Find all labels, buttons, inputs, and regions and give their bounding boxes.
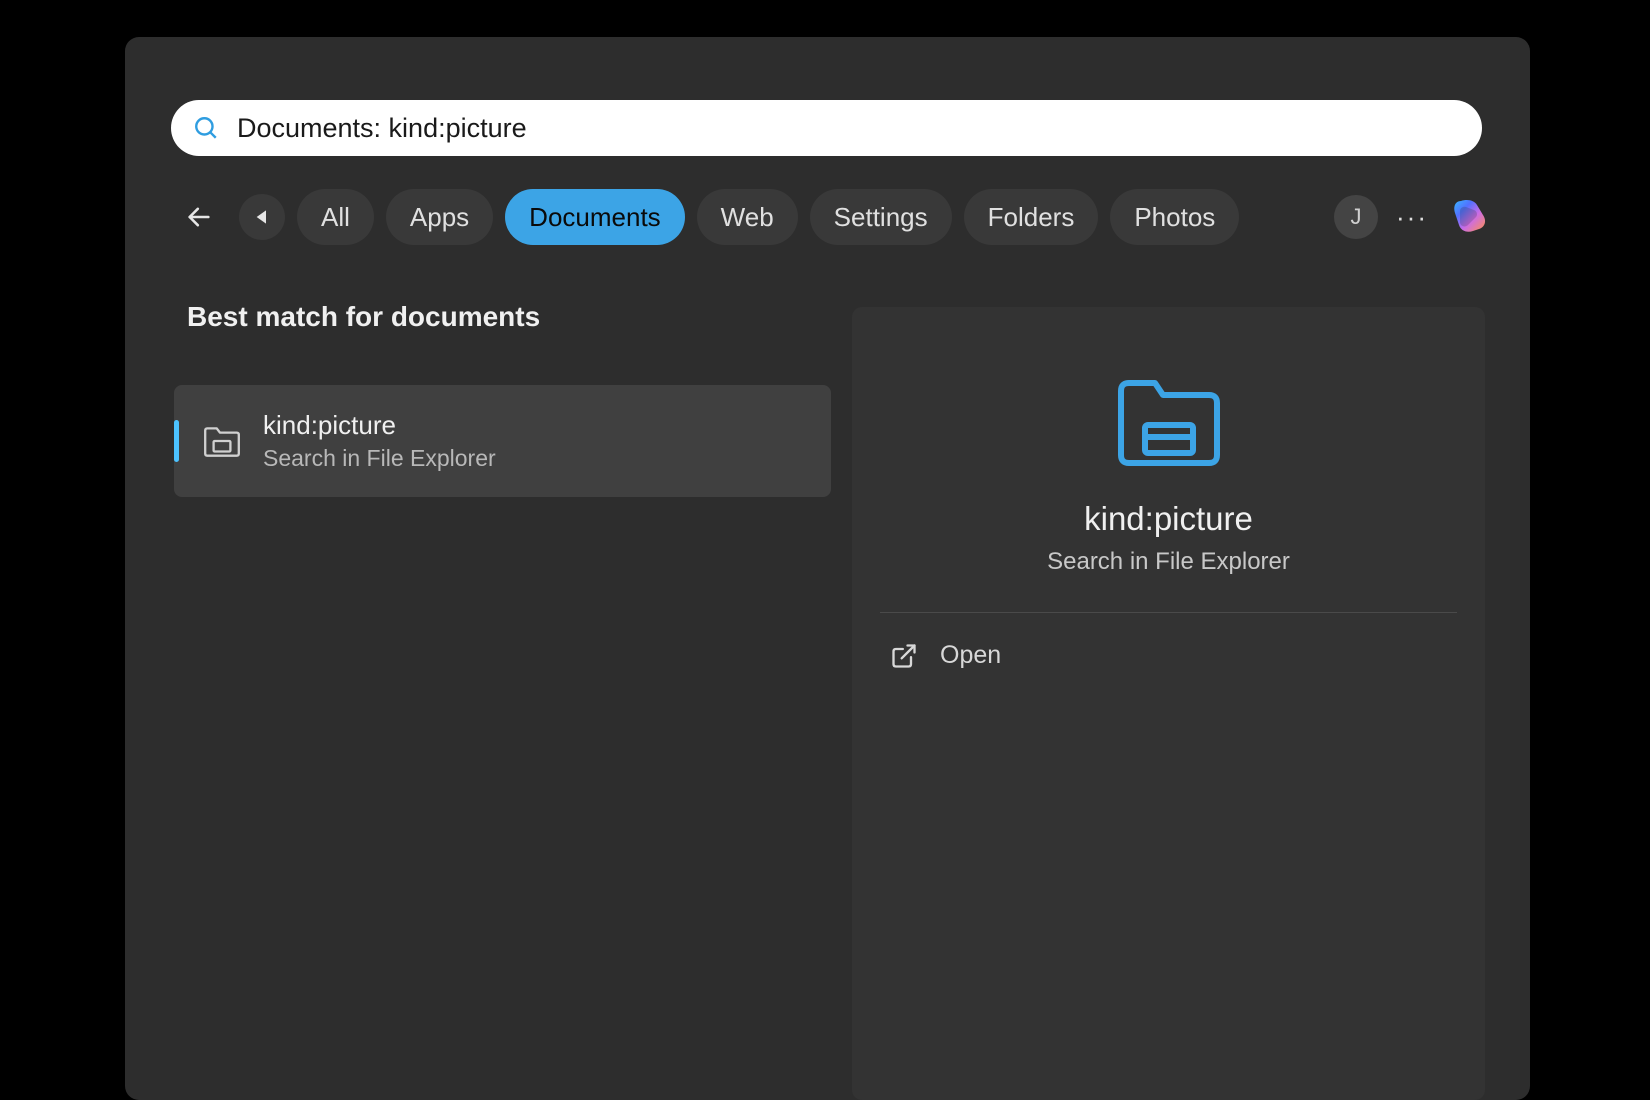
selection-indicator [174, 420, 179, 462]
result-title: kind:picture [263, 410, 496, 441]
filter-all[interactable]: All [297, 189, 374, 245]
search-window: All Apps Documents Web Settings Folders … [125, 37, 1530, 1100]
back-button[interactable] [171, 189, 227, 245]
search-result-item[interactable]: kind:picture Search in File Explorer [174, 385, 831, 497]
section-header: Best match for documents [187, 301, 540, 333]
copilot-icon[interactable] [1446, 194, 1492, 240]
user-avatar[interactable]: J [1334, 195, 1378, 239]
filter-documents[interactable]: Documents [505, 189, 685, 245]
more-options-button[interactable]: ··· [1390, 195, 1434, 239]
details-title: kind:picture [852, 500, 1485, 538]
open-action-label: Open [940, 641, 1001, 670]
search-input[interactable] [237, 113, 1460, 144]
details-panel: kind:picture Search in File Explorer Ope… [852, 307, 1485, 1100]
open-action[interactable]: Open [890, 641, 1485, 670]
search-icon [193, 115, 219, 141]
open-external-icon [890, 642, 918, 670]
details-subtitle: Search in File Explorer [852, 548, 1485, 576]
filter-web[interactable]: Web [697, 189, 798, 245]
filter-folders[interactable]: Folders [964, 189, 1099, 245]
details-folder-icon [852, 367, 1485, 472]
result-subtitle: Search in File Explorer [263, 445, 496, 472]
filter-toolbar: All Apps Documents Web Settings Folders … [171, 189, 1492, 245]
divider [880, 612, 1457, 613]
search-bar[interactable] [171, 100, 1482, 156]
filter-apps[interactable]: Apps [386, 189, 493, 245]
folder-search-icon [201, 420, 243, 462]
filter-settings[interactable]: Settings [810, 189, 952, 245]
collapse-triangle-button[interactable] [239, 194, 285, 240]
filter-photos[interactable]: Photos [1110, 189, 1239, 245]
